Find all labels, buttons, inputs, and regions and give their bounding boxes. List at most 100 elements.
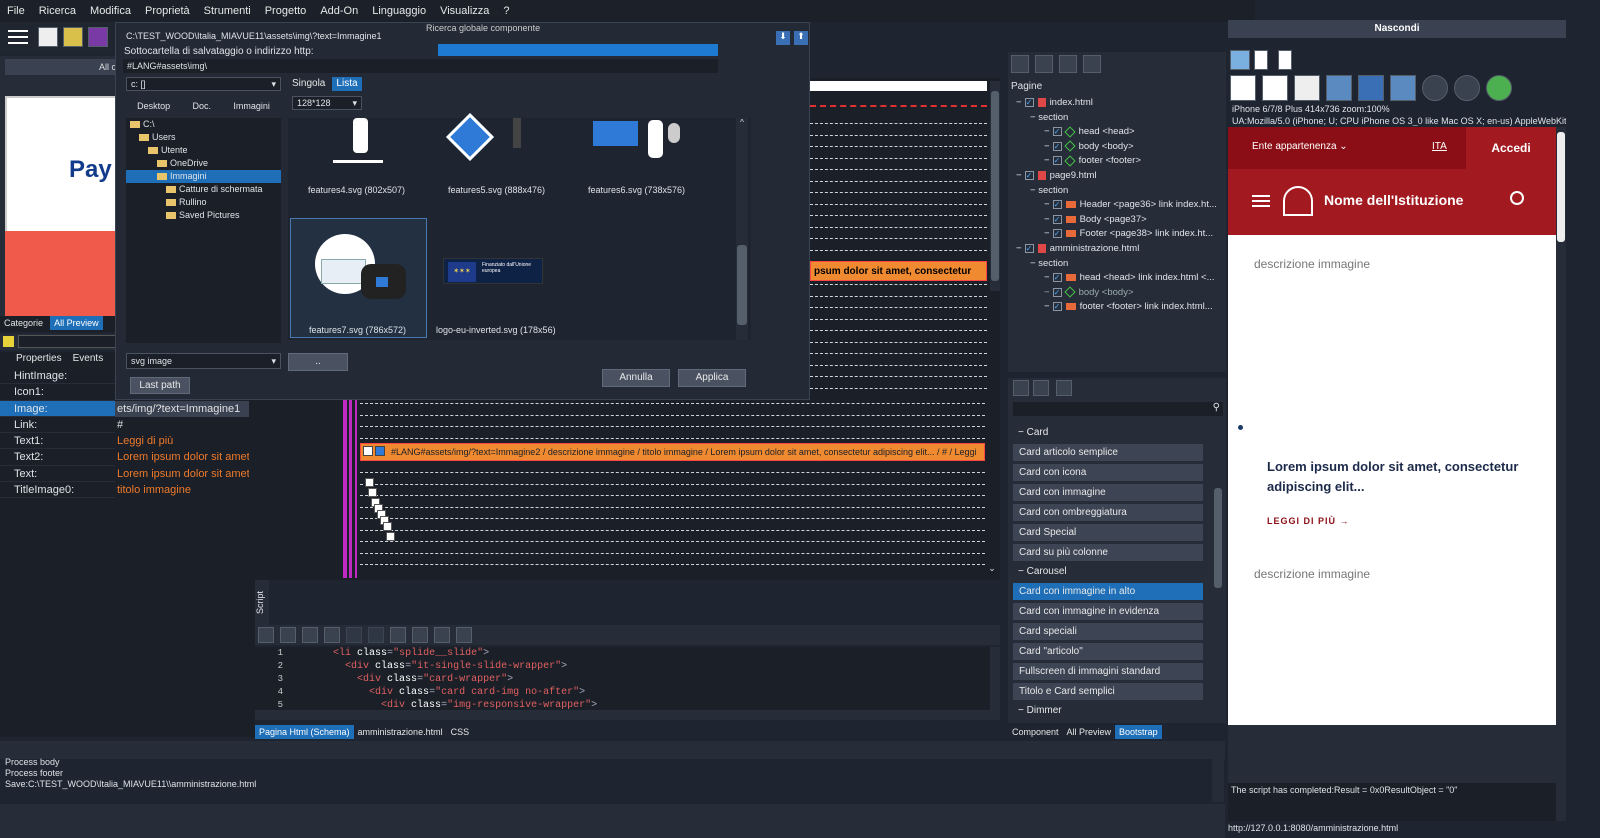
page-node[interactable]: − ✓ index.html <box>1016 96 1226 111</box>
copy-icon[interactable] <box>280 627 296 643</box>
card-thumbnail[interactable] <box>5 231 120 316</box>
code-line[interactable]: 3 <div class="card-wrapper"> <box>255 673 990 686</box>
component-scrollbar[interactable] <box>1213 423 1223 718</box>
login-button[interactable]: Accedi <box>1466 127 1556 169</box>
folder-node[interactable]: Saved Pictures <box>126 209 281 222</box>
checkbox[interactable]: ✓ <box>1024 170 1034 180</box>
page-node[interactable]: − ✓ head <head> <box>1016 125 1226 140</box>
paste-icon[interactable] <box>324 627 340 643</box>
iphone-icon[interactable] <box>1230 75 1256 101</box>
ipad-icon[interactable] <box>1262 75 1288 101</box>
hamburger-icon[interactable] <box>1252 194 1270 208</box>
expand-icon[interactable]: − <box>1044 272 1050 283</box>
expand-icon[interactable]: − <box>1044 228 1050 239</box>
editor-tab[interactable]: CSS <box>447 725 474 739</box>
expand-icon[interactable]: − <box>1044 214 1050 225</box>
folder-node[interactable]: OneDrive <box>126 157 281 170</box>
component-item[interactable]: Titolo e Card semplici <box>1013 683 1203 700</box>
checkbox[interactable]: ✓ <box>1052 229 1062 239</box>
page-node[interactable]: − ✓ Header <page36> link index.ht... <box>1016 198 1226 213</box>
checkbox[interactable]: ✓ <box>1052 200 1062 210</box>
filter-icon[interactable] <box>3 336 14 347</box>
features6-thumbnail[interactable] <box>588 118 688 168</box>
property-value[interactable]: Lorem ipsum dolor sit amet, <box>115 449 249 465</box>
page-node[interactable]: − ✓ body <body> <box>1016 140 1226 155</box>
code-line[interactable]: 4 <div class="card card-img no-after"> <box>255 686 990 699</box>
component-item[interactable]: Card "articolo" <box>1013 643 1203 660</box>
save-icon[interactable] <box>258 627 274 643</box>
schema-card-row[interactable]: #LANG#assets/img/?text=Immagine2 / descr… <box>360 443 985 461</box>
property-row[interactable]: Image: ets/img/?text=Immagine1 <box>0 400 255 417</box>
ente-link[interactable]: Ente appartenenza ⌄ <box>1252 141 1348 152</box>
tab-properties[interactable]: Properties <box>12 352 66 366</box>
file-name[interactable]: logo-eu-inverted.svg (178x56) <box>436 325 556 335</box>
open-folder-icon[interactable] <box>63 27 83 47</box>
card-title[interactable]: Lorem ipsum dolor sit amet, consectetur … <box>1267 457 1537 497</box>
property-value[interactable]: ets/img/?text=Immagine1 <box>115 400 249 417</box>
page-copy-icon[interactable] <box>1035 55 1053 73</box>
redo-icon[interactable] <box>368 627 384 643</box>
thumb-size-select[interactable]: 128*128 ▾ <box>292 96 362 110</box>
component-tab[interactable]: All Preview <box>1063 725 1116 739</box>
lang-select[interactable]: ITA <box>1432 141 1447 152</box>
expand-icon[interactable]: − <box>1016 97 1022 108</box>
place-button[interactable]: Immagini <box>233 101 270 111</box>
expand-icon[interactable]: − <box>1044 287 1050 298</box>
save-icon[interactable] <box>88 27 108 47</box>
component-group[interactable]: − Dimmer <box>1008 703 1211 719</box>
checkbox[interactable]: ✓ <box>1052 141 1062 151</box>
pilcrow-icon[interactable] <box>456 627 472 643</box>
desktop-icon[interactable] <box>1230 50 1250 70</box>
checkbox[interactable]: ✓ <box>1024 243 1034 253</box>
page-settings-icon[interactable] <box>1083 55 1101 73</box>
read-more-link[interactable]: LEGGI DI PIÙ → <box>1267 516 1350 526</box>
file-name[interactable]: features6.svg (738x576) <box>588 185 708 195</box>
script-side-tab[interactable]: Script <box>255 580 269 625</box>
page-node[interactable]: − section <box>1016 257 1226 272</box>
binoculars-icon[interactable] <box>412 627 428 643</box>
menu-item[interactable]: Proprietà <box>138 5 197 17</box>
search-icon[interactable]: ⚲ <box>1213 402 1220 413</box>
component-item[interactable]: Card con immagine <box>1013 484 1203 501</box>
folder-node[interactable]: Utente <box>126 144 281 157</box>
monitor-icon[interactable] <box>1326 75 1352 101</box>
folder-node[interactable]: Immagini <box>126 170 281 183</box>
component-item[interactable]: Card con icona <box>1013 464 1203 481</box>
property-value[interactable]: Leggi di più <box>115 433 249 449</box>
loop-icon[interactable] <box>1422 75 1448 101</box>
phone-icon[interactable] <box>1278 50 1292 70</box>
expand-icon[interactable]: − <box>1030 112 1038 123</box>
page-node[interactable]: − ✓ Footer <page38> link index.ht... <box>1016 227 1226 242</box>
checkbox[interactable]: ✓ <box>1052 302 1062 312</box>
menu-item[interactable]: Progetto <box>258 5 314 17</box>
component-item[interactable]: Card con immagine in evidenza <box>1013 603 1203 620</box>
component-item[interactable]: Card Special <box>1013 524 1203 541</box>
menu-item[interactable]: ? <box>496 5 516 17</box>
collapse-icon[interactable] <box>368 488 377 497</box>
editor-tab[interactable]: amministrazione.html <box>354 725 447 739</box>
expand-icon[interactable]: − <box>1044 126 1050 137</box>
page-node[interactable]: − ✓ body <body> <box>1016 286 1226 301</box>
file-name[interactable]: features4.svg (802x507) <box>308 185 428 195</box>
page-node[interactable]: − ✓ footer <footer> <box>1016 154 1226 169</box>
layout-icon[interactable] <box>1358 75 1384 101</box>
property-value[interactable]: # <box>115 417 249 433</box>
component-group[interactable]: − Carousel <box>1008 564 1211 580</box>
apply-button[interactable]: Applica <box>678 369 746 387</box>
editor-tab[interactable]: Pagina Html (Schema) <box>255 725 354 739</box>
page-node[interactable]: − ✓ footer <footer> link index.html... <box>1016 300 1226 315</box>
code-editor[interactable]: 1 <li class="splide__slide"> 2 <div class=… <box>255 647 990 710</box>
folder-node[interactable]: Catture di schermata <box>126 183 281 196</box>
checkbox[interactable]: ✓ <box>1052 287 1062 297</box>
chrome-icon[interactable] <box>1486 75 1512 101</box>
property-value[interactable]: titolo immagine <box>115 482 249 498</box>
folder-node[interactable]: C:\ <box>126 118 281 131</box>
code-line[interactable]: 2 <div class="it-single-slide-wrapper"> <box>255 660 990 673</box>
filter-input[interactable] <box>18 335 123 348</box>
checkbox[interactable]: ✓ <box>1052 156 1062 166</box>
tab-singola[interactable]: Singola <box>288 77 329 91</box>
tab-lista[interactable]: Lista <box>332 77 362 91</box>
page-node[interactable]: − section <box>1016 111 1226 126</box>
search-icon[interactable] <box>1510 191 1524 205</box>
collapse-icon[interactable] <box>363 446 373 456</box>
